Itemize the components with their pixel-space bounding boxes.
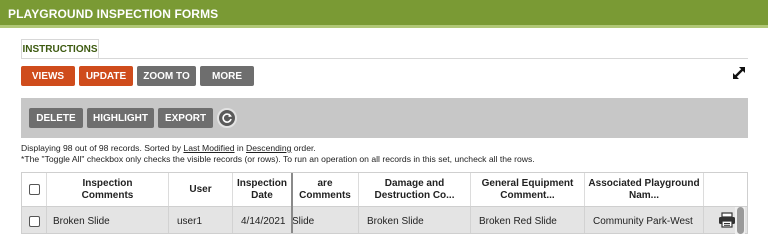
table-cell[interactable]: 4/14/2021 (233, 206, 292, 233)
sort-mid-text: in (234, 143, 247, 153)
records-table: Inspection Comments User Inspection Date a… (21, 172, 748, 234)
tab-divider (21, 58, 748, 59)
header-line: General Equipment (481, 177, 574, 189)
column-header-general-equipment[interactable]: General Equipment Comment... (471, 173, 585, 206)
toggle-all-note: *The "Toggle All" checkbox only checks t… (21, 154, 535, 164)
header-line: are Comments (299, 177, 351, 201)
print-icon[interactable] (718, 211, 736, 231)
header-line: User (189, 183, 212, 195)
records-count-text: Displaying 98 out of 98 records. Sorted … (21, 143, 184, 153)
sort-suffix-text: order. (291, 143, 316, 153)
refresh-icon[interactable] (217, 108, 237, 128)
records-summary: Displaying 98 out of 98 records. Sorted … (21, 143, 316, 153)
delete-button[interactable]: DELETE (29, 108, 83, 128)
header-line: Associated Playground (588, 177, 700, 189)
views-button[interactable]: VIEWS (21, 66, 75, 86)
row-checkbox[interactable] (28, 215, 40, 227)
column-header-damage[interactable]: Damage and Destruction Co... (359, 173, 471, 206)
app-header: PLAYGROUND INSPECTION FORMS (0, 0, 768, 28)
page-title: PLAYGROUND INSPECTION FORMS (8, 7, 219, 21)
table-cell[interactable]: Slide (292, 206, 359, 233)
zoom-to-button[interactable]: ZOOM TO (137, 66, 196, 86)
table-cell[interactable]: Community Park-West (585, 206, 704, 233)
table-cell[interactable]: Broken Slide (359, 206, 471, 233)
scrollbar-thumb[interactable] (737, 207, 744, 234)
toggle-all-checkbox[interactable] (28, 184, 40, 195)
header-line: Nam... (628, 189, 659, 201)
column-header-are-comments[interactable]: are Comments (292, 173, 359, 206)
table-cell[interactable]: Broken Red Slide (471, 206, 585, 233)
update-button[interactable]: UPDATE (79, 66, 133, 86)
header-line: Date (251, 189, 273, 201)
column-header-actions (704, 173, 747, 206)
header-line: Inspection (82, 177, 133, 189)
header-line: Destruction Co... (374, 189, 455, 201)
column-header-associated-playground[interactable]: Associated Playground Nam... (585, 173, 704, 206)
toggle-all-checkbox-cell (22, 173, 47, 206)
more-button[interactable]: MORE (200, 66, 254, 86)
header-line: Inspection (236, 177, 287, 189)
row-checkbox-cell (22, 206, 47, 233)
expand-arrows-icon[interactable] (730, 64, 748, 82)
column-header-inspection-date[interactable]: Inspection Date (233, 173, 292, 206)
header-line: Comment... (500, 189, 555, 201)
sort-order-link[interactable]: Descending (246, 143, 291, 153)
table-cell[interactable]: user1 (169, 206, 233, 233)
header-line: Comments (81, 189, 134, 201)
column-header-inspection-comments[interactable]: Inspection Comments (47, 173, 169, 206)
column-header-user[interactable]: User (169, 173, 233, 206)
sort-field-link[interactable]: Last Modified (183, 143, 234, 153)
frozen-column-divider[interactable] (291, 173, 293, 233)
header-line: Damage and (384, 177, 445, 189)
export-button[interactable]: EXPORT (158, 108, 213, 128)
table-cell[interactable]: Broken Slide (47, 206, 169, 233)
tab-instructions[interactable]: INSTRUCTIONS (21, 39, 99, 59)
highlight-button[interactable]: HIGHLIGHT (87, 108, 154, 128)
